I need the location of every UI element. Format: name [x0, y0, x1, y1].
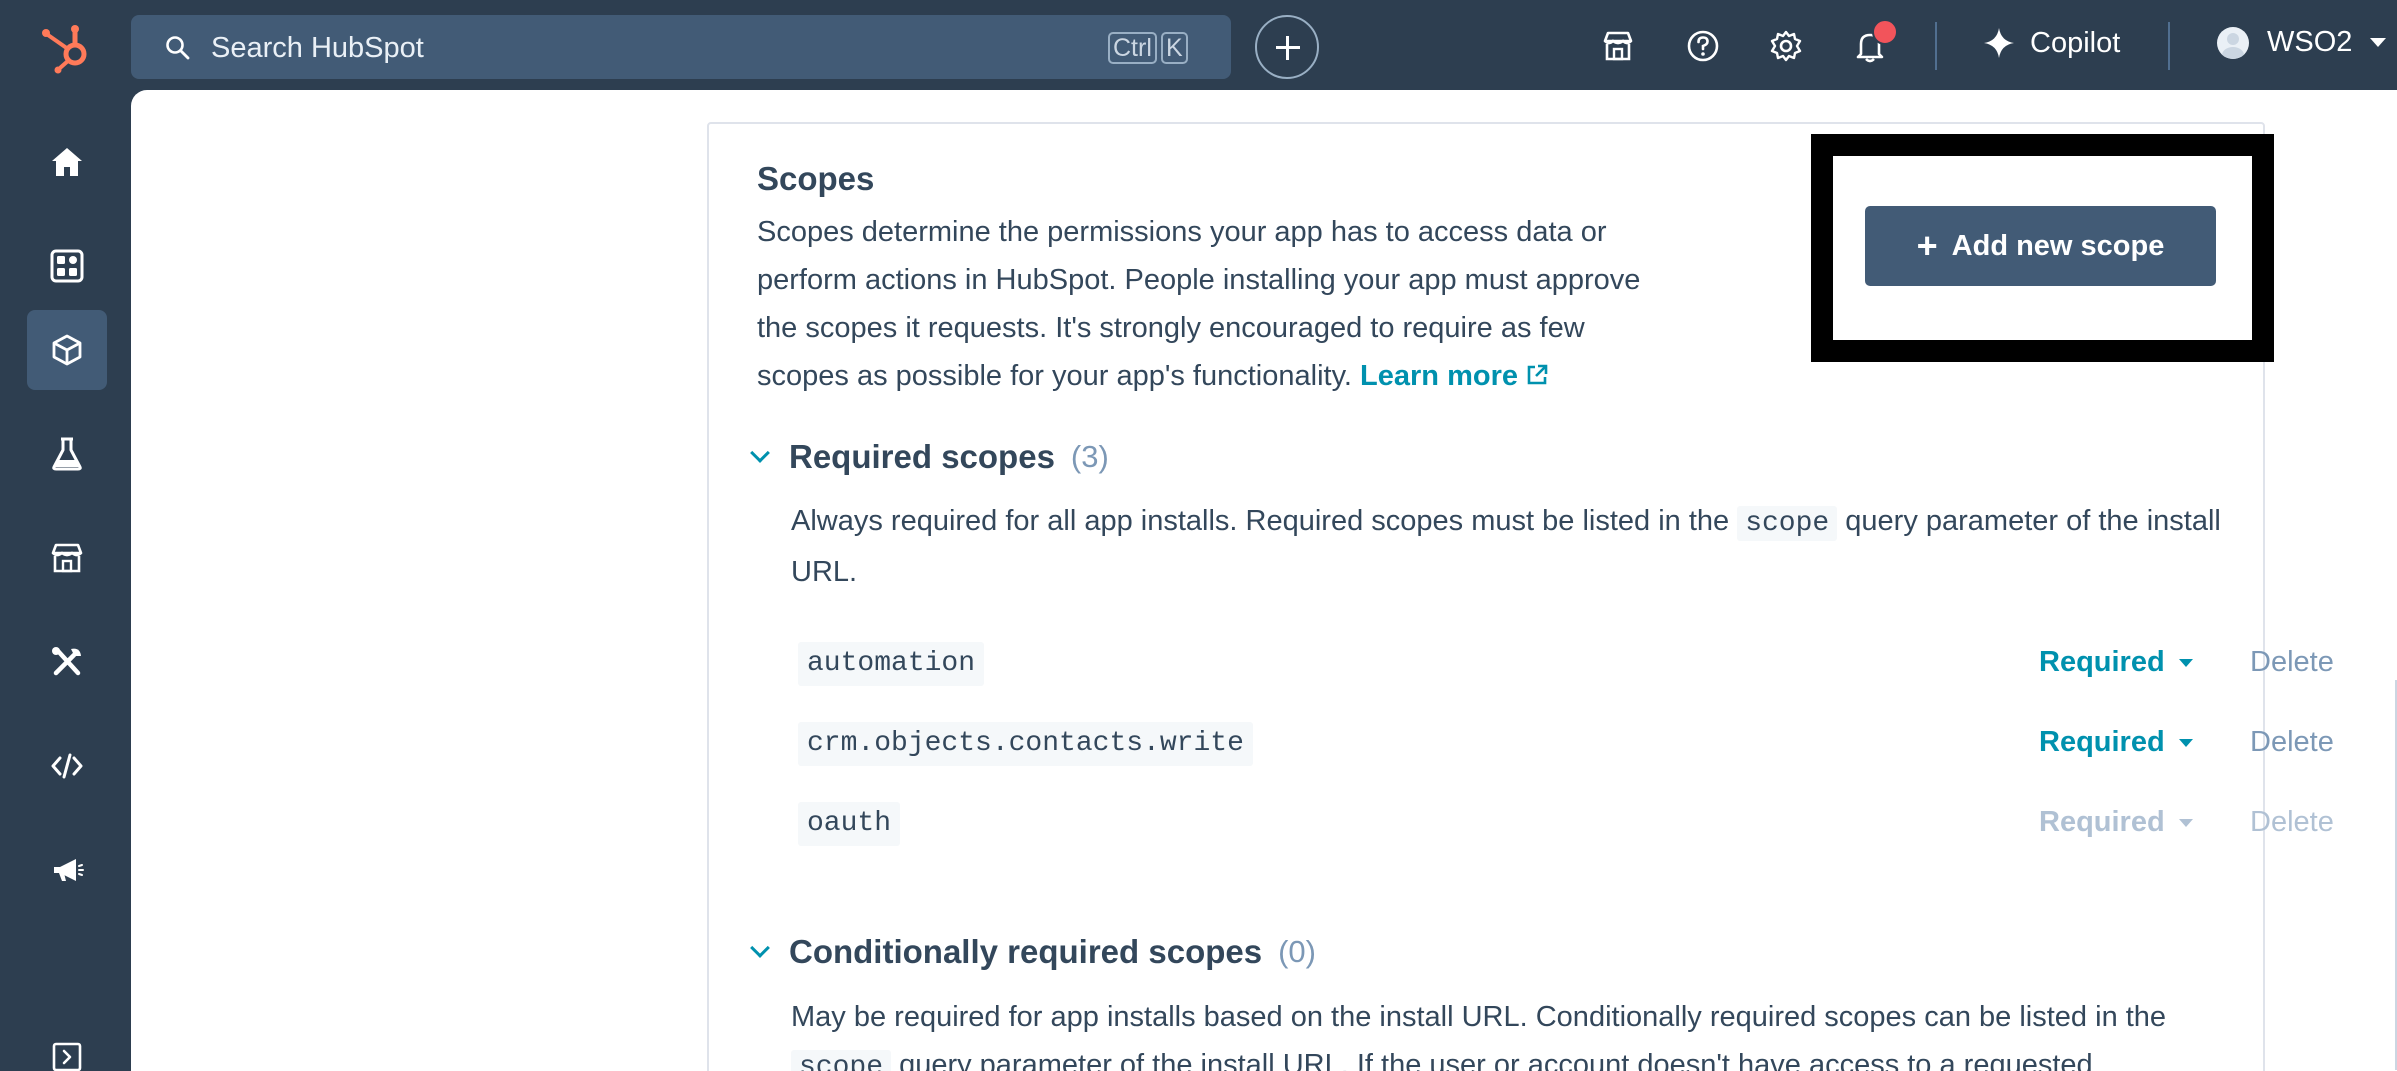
sidebar-item-marketplace[interactable]	[27, 518, 107, 598]
home-icon	[52, 148, 82, 176]
copilot-button[interactable]: Copilot	[1982, 26, 2120, 60]
search-bar[interactable]: Search HubSpot Ctrl K	[131, 15, 1231, 79]
scope-requirement-label: Required	[2039, 646, 2165, 678]
required-scopes-description: Always required for all app installs. Re…	[791, 497, 2221, 596]
megaphone-icon	[54, 859, 84, 881]
sidebar-item-dashboard[interactable]	[27, 226, 107, 306]
add-new-scope-label: Add new scope	[1951, 229, 2165, 262]
scope-code: scope	[791, 1050, 892, 1071]
scope-name: oauth	[798, 802, 901, 846]
help-icon[interactable]	[1685, 28, 1721, 64]
plus-icon: +	[1916, 225, 1938, 266]
delete-scope-button[interactable]: Delete	[2250, 646, 2334, 679]
required-desc-before: Always required for all app installs. Re…	[791, 505, 1730, 537]
scope-name: crm.objects.contacts.write	[798, 722, 1253, 766]
caret-down-icon	[2178, 738, 2193, 747]
scopes-description: Scopes determine the permissions your ap…	[757, 208, 1677, 400]
scope-requirement-dropdown[interactable]: Required	[2039, 646, 2193, 679]
scope-name: automation	[798, 642, 985, 686]
marketplace-icon[interactable]	[1600, 28, 1636, 64]
conditional-scopes-description: May be required for app installs based o…	[791, 993, 2221, 1071]
required-scopes-toggle[interactable]: Required scopes (3)	[750, 438, 1109, 476]
external-link-icon	[1527, 364, 1548, 385]
scope-row: oauth Required Delete	[798, 802, 2338, 850]
scope-requirement-label: Required	[2039, 726, 2165, 758]
hubspot-logo-icon[interactable]	[38, 18, 94, 74]
scope-requirement-dropdown: Required	[2039, 806, 2193, 839]
create-new-button[interactable]	[1255, 15, 1319, 79]
required-scopes-count: (3)	[1070, 439, 1109, 474]
dashboard-icon	[50, 249, 84, 283]
delete-scope-button[interactable]: Delete	[2250, 726, 2334, 759]
conditional-scopes-title: Conditionally required scopes	[789, 933, 1263, 970]
chevron-down-icon	[2370, 38, 2387, 47]
sidebar-item-apps[interactable]	[27, 310, 107, 390]
conditional-desc-after: query parameter of the install URL. If t…	[899, 1049, 2093, 1071]
account-name: WSO2	[2267, 26, 2353, 58]
learn-more-label: Learn more	[1360, 360, 1518, 392]
sidebar-item-expand[interactable]	[27, 1017, 107, 1071]
caret-down-icon	[2178, 658, 2193, 667]
scopes-heading: Scopes	[757, 160, 875, 197]
sidebar-item-development[interactable]	[27, 726, 107, 806]
marketplace-icon	[51, 543, 83, 573]
divider	[1935, 22, 1937, 70]
tools-icon	[52, 647, 81, 676]
search-icon	[166, 36, 190, 60]
code-icon	[51, 753, 83, 779]
sidebar-item-home[interactable]	[27, 122, 107, 202]
copilot-label: Copilot	[2030, 26, 2121, 59]
scope-row: crm.objects.contacts.write Required Dele…	[798, 722, 2338, 770]
scope-requirement-label: Required	[2039, 806, 2165, 838]
notification-badge	[1872, 19, 1898, 45]
required-scopes-title: Required scopes	[789, 438, 1055, 475]
learn-more-link[interactable]: Learn more	[1360, 360, 1550, 392]
search-input[interactable]: Search HubSpot	[211, 32, 424, 65]
scope-code: scope	[1737, 506, 1838, 541]
scope-requirement-dropdown[interactable]: Required	[2039, 726, 2193, 759]
sidebar	[0, 92, 131, 1071]
app-cube-icon	[52, 334, 82, 366]
flask-icon	[52, 437, 82, 471]
sidebar-item-marketing[interactable]	[27, 830, 107, 910]
sidebar-item-testing[interactable]	[27, 414, 107, 494]
conditional-desc-before: May be required for app installs based o…	[791, 1001, 2167, 1033]
add-new-scope-button[interactable]: + Add new scope	[1865, 206, 2216, 286]
caret-down-icon	[2178, 818, 2193, 827]
sidebar-item-tools[interactable]	[27, 622, 107, 702]
divider	[2168, 22, 2170, 70]
copilot-sparkle-icon	[1984, 28, 2014, 58]
scope-row: automation Required Delete	[798, 642, 2338, 690]
expand-sidebar-icon	[52, 1042, 82, 1071]
conditional-scopes-count: (0)	[1278, 934, 1316, 969]
shortcut-ctrl-key: Ctrl	[1108, 32, 1157, 64]
chevron-down-icon	[750, 938, 770, 958]
account-menu[interactable]: WSO2	[2217, 26, 2387, 59]
avatar	[2217, 26, 2249, 59]
delete-scope-button: Delete	[2250, 806, 2334, 838]
shortcut-k-key: K	[1161, 32, 1188, 64]
chevron-down-icon	[750, 443, 770, 463]
settings-gear-icon[interactable]	[1768, 28, 1804, 64]
conditional-scopes-toggle[interactable]: Conditionally required scopes (0)	[750, 933, 1316, 971]
top-navigation-bar: Search HubSpot Ctrl K Copilot WSO2	[0, 0, 2397, 92]
